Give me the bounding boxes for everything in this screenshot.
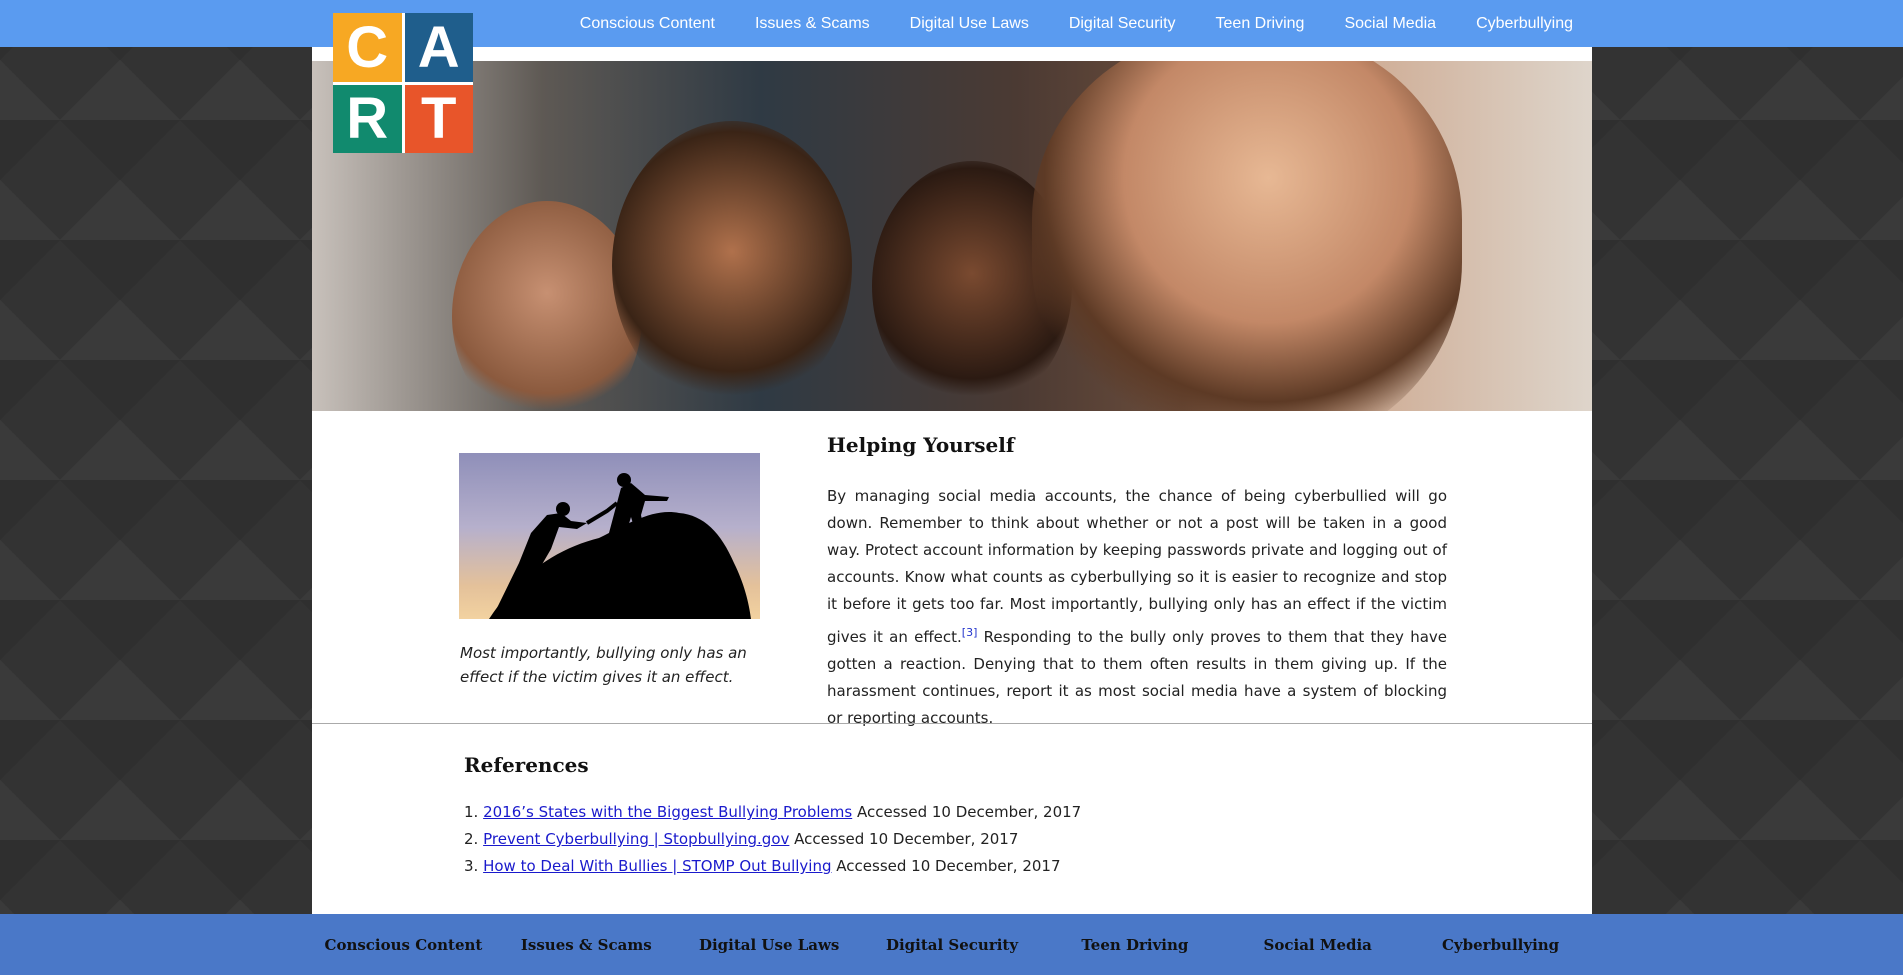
reference-link[interactable]: Prevent Cyberbullying | Stopbullying.gov bbox=[483, 830, 789, 848]
reference-number: 3. bbox=[464, 857, 479, 875]
climbers-image bbox=[459, 453, 760, 619]
article-text-before: By managing social media accounts, the c… bbox=[827, 487, 1447, 646]
hero-person-4 bbox=[1032, 61, 1462, 411]
top-nav-list: Conscious Content Issues & Scams Digital… bbox=[540, 0, 1573, 47]
references-list: 1. 2016’s States with the Biggest Bullyi… bbox=[464, 799, 1081, 880]
cart-logo[interactable]: C A R T bbox=[333, 13, 473, 153]
footnote-3: [3] bbox=[962, 624, 978, 639]
figure-caption: Most importantly, bullying only has an e… bbox=[460, 644, 747, 686]
logo-letter-r: R bbox=[333, 84, 402, 153]
footnote-link[interactable]: [3] bbox=[962, 626, 978, 639]
top-nav-item-issues-scams[interactable]: Issues & Scams bbox=[755, 15, 870, 33]
reference-link[interactable]: 2016’s States with the Biggest Bullying … bbox=[483, 803, 852, 821]
reference-accessed: Accessed 10 December, 2017 bbox=[836, 857, 1061, 875]
top-nav: Conscious Content Issues & Scams Digital… bbox=[0, 0, 1903, 47]
logo-letter-a: A bbox=[404, 13, 473, 82]
article-paragraph: By managing social media accounts, the c… bbox=[827, 483, 1447, 732]
top-nav-item-social-media[interactable]: Social Media bbox=[1344, 15, 1436, 33]
bottom-nav-item-issues-scams[interactable]: Issues & Scams bbox=[495, 936, 678, 954]
reference-accessed: Accessed 10 December, 2017 bbox=[856, 803, 1082, 821]
bottom-nav-item-social-media[interactable]: Social Media bbox=[1226, 936, 1409, 954]
bottom-nav: Conscious Content Issues & Scams Digital… bbox=[0, 914, 1903, 975]
logo-letter-c: C bbox=[333, 13, 402, 82]
references-heading: References bbox=[464, 753, 589, 777]
top-nav-item-digital-security[interactable]: Digital Security bbox=[1069, 15, 1176, 33]
page-content: Most importantly, bullying only has an e… bbox=[312, 47, 1592, 914]
top-nav-item-teen-driving[interactable]: Teen Driving bbox=[1216, 15, 1305, 33]
bottom-nav-item-digital-use-laws[interactable]: Digital Use Laws bbox=[678, 936, 861, 954]
reference-item: 3. How to Deal With Bullies | STOMP Out … bbox=[464, 853, 1081, 880]
hero-image bbox=[312, 61, 1592, 411]
top-nav-item-conscious-content[interactable]: Conscious Content bbox=[580, 15, 715, 33]
climbers-silhouette bbox=[489, 473, 751, 619]
bottom-nav-item-teen-driving[interactable]: Teen Driving bbox=[1043, 936, 1226, 954]
logo-letter-t: T bbox=[404, 84, 473, 153]
bottom-nav-item-conscious-content[interactable]: Conscious Content bbox=[312, 936, 495, 954]
top-nav-item-cyberbullying[interactable]: Cyberbullying bbox=[1476, 15, 1573, 33]
bottom-nav-item-digital-security[interactable]: Digital Security bbox=[861, 936, 1044, 954]
hero-person-2 bbox=[612, 121, 852, 411]
reference-item: 1. 2016’s States with the Biggest Bullyi… bbox=[464, 799, 1081, 826]
bottom-nav-list: Conscious Content Issues & Scams Digital… bbox=[312, 914, 1592, 975]
reference-number: 1. bbox=[464, 803, 479, 821]
reference-accessed: Accessed 10 December, 2017 bbox=[794, 830, 1019, 848]
hero-person-1 bbox=[452, 201, 642, 411]
section-divider bbox=[312, 723, 1592, 724]
reference-number: 2. bbox=[464, 830, 479, 848]
reference-item: 2. Prevent Cyberbullying | Stopbullying.… bbox=[464, 826, 1081, 853]
reference-link[interactable]: How to Deal With Bullies | STOMP Out Bul… bbox=[483, 857, 831, 875]
top-nav-item-digital-use-laws[interactable]: Digital Use Laws bbox=[910, 15, 1029, 33]
section-heading: Helping Yourself bbox=[827, 433, 1015, 457]
bottom-nav-item-cyberbullying[interactable]: Cyberbullying bbox=[1409, 936, 1592, 954]
